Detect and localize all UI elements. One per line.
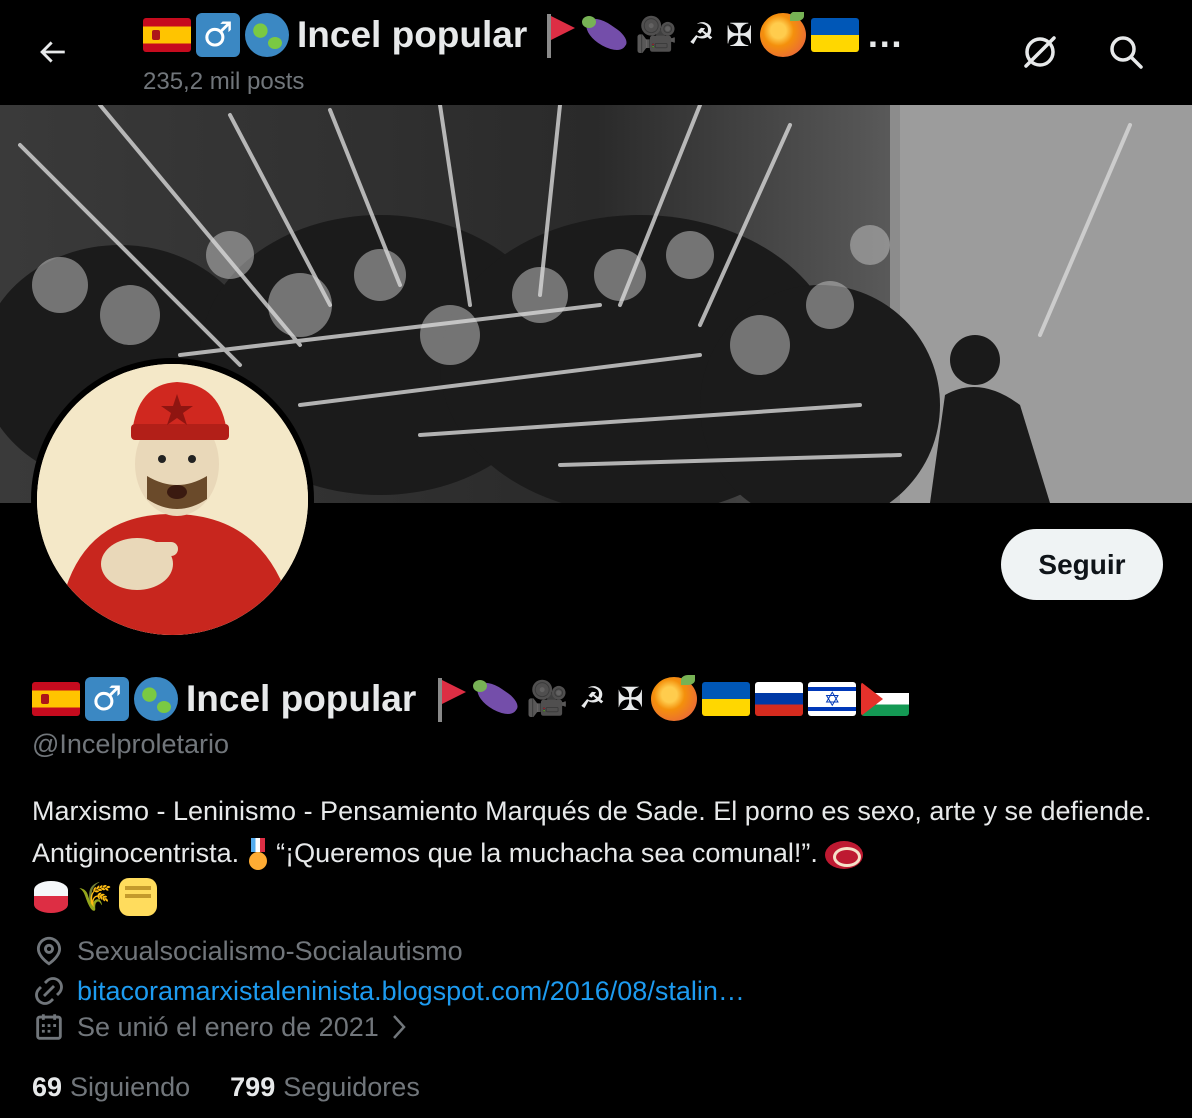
arrow-left-icon <box>40 41 65 63</box>
grok-icon <box>1024 36 1056 68</box>
spain-flag-icon <box>32 682 80 716</box>
header-title: Incel popular <box>297 14 528 55</box>
chevron-right-icon <box>392 1015 406 1039</box>
ukraine-flag-icon <box>702 682 751 716</box>
header-emoji-group-left: ♂ <box>143 13 289 57</box>
grok-button[interactable] <box>1010 22 1070 82</box>
follow-stats: 69 Siguiendo 799 Seguidores <box>32 1072 420 1103</box>
movie-camera-icon: 🎥 <box>526 679 569 719</box>
profile-location: Sexualsocialismo-Socialautismo <box>32 934 463 968</box>
following-label: Siguiendo <box>70 1072 191 1102</box>
profile-handle: @Incelproletario <box>32 729 230 759</box>
male-sign-icon: ♂ <box>85 677 129 721</box>
search-icon <box>1110 36 1143 69</box>
followers-label: Seguidores <box>283 1072 420 1102</box>
following-count: 69 <box>32 1072 63 1102</box>
eggplant-icon <box>471 676 519 722</box>
post-count: 235,2 mil posts <box>143 68 305 95</box>
profile-avatar[interactable] <box>31 358 314 641</box>
header-emoji-group-right: 🎥 ☭ ✠ … <box>543 12 903 58</box>
eggplant-icon <box>580 12 628 58</box>
profile-joined[interactable]: Se unió el enero de 2021 <box>32 1010 411 1044</box>
joined-text: Se unió el enero de 2021 <box>77 1011 379 1042</box>
globe-icon <box>245 13 289 57</box>
hammer-sickle-icon: ☭ <box>687 17 715 52</box>
location-pin-icon <box>36 936 62 966</box>
follow-button[interactable]: Seguir <box>1001 529 1163 600</box>
name-emoji-group-left: ♂ <box>32 677 178 721</box>
red-flag-icon <box>543 12 576 58</box>
following-link[interactable]: 69 Siguiendo <box>32 1072 190 1103</box>
rice-plant-icon: 🌾 <box>77 879 113 913</box>
website-link[interactable]: bitacoramarxistaleninista.blogspot.com/2… <box>77 976 745 1007</box>
israel-flag-icon <box>808 682 857 716</box>
ukraine-flag-icon <box>811 18 860 52</box>
hammer-sickle-icon: ☭ <box>578 681 606 716</box>
bio-text-part2: “¡Queremos que la muchacha sea comunal!”… <box>276 838 818 868</box>
display-name: Incel popular <box>186 678 417 719</box>
spain-flag-icon <box>143 18 191 52</box>
top-bar: ♂ Incel popular 🎥 ☭ ✠ … 235,2 mil posts <box>0 0 1192 105</box>
avatar-image <box>37 364 308 635</box>
name-emoji-group-right: 🎥 ☭ ✠ <box>434 675 910 722</box>
back-button[interactable] <box>22 22 82 82</box>
palestine-flag-icon <box>861 682 910 716</box>
title-ellipsis: … <box>866 14 904 55</box>
maltese-cross-icon: ✠ <box>616 680 644 718</box>
meat-icon <box>825 840 864 869</box>
russia-flag-icon <box>755 682 804 716</box>
movie-camera-icon: 🎥 <box>635 15 678 55</box>
raised-fist-icon <box>119 877 158 916</box>
profile-bio: Marxismo - Leninismo - Pensamiento Marqu… <box>32 790 1172 916</box>
calendar-icon <box>36 1014 62 1040</box>
followers-link[interactable]: 799 Seguidores <box>230 1072 420 1103</box>
location-text: Sexualsocialismo-Socialautismo <box>77 935 463 966</box>
maltese-cross-icon: ✠ <box>725 16 753 54</box>
followers-count: 799 <box>230 1072 276 1102</box>
peach-icon <box>760 12 807 57</box>
search-button[interactable] <box>1096 22 1156 82</box>
military-medal-icon <box>247 837 269 872</box>
peach-icon <box>651 675 698 721</box>
rice-bowl-icon <box>32 879 70 915</box>
male-sign-icon: ♂ <box>196 13 240 57</box>
profile-name-row: ♂ Incel popular 🎥 ☭ ✠ <box>32 672 910 726</box>
header-title-block: ♂ Incel popular 🎥 ☭ ✠ … 235,2 mil posts <box>143 12 983 96</box>
profile-website: bitacoramarxistaleninista.blogspot.com/2… <box>32 974 745 1008</box>
header-title-row: ♂ Incel popular 🎥 ☭ ✠ … <box>143 12 983 58</box>
globe-icon <box>134 677 178 721</box>
red-flag-icon <box>434 676 467 722</box>
link-icon <box>35 977 63 1005</box>
